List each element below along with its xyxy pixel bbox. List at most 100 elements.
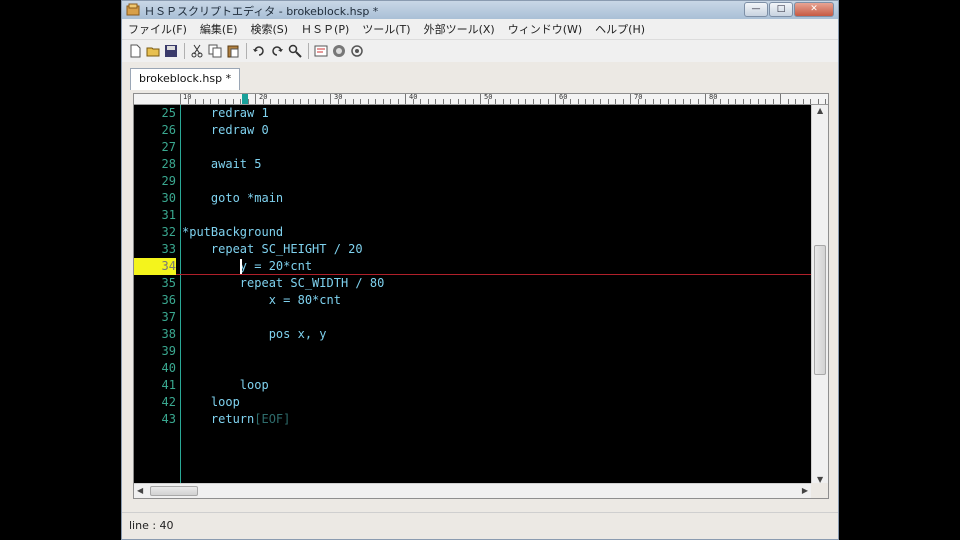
ruler-tick <box>202 99 204 104</box>
ruler-tick <box>367 99 369 104</box>
line-text: pos x, y <box>182 327 327 341</box>
code-line[interactable]: 39 <box>134 343 811 360</box>
ruler-tick <box>457 99 459 104</box>
copy-icon[interactable] <box>208 44 222 58</box>
save-icon[interactable] <box>164 44 178 58</box>
vertical-scrollbar[interactable]: ▲ ▼ <box>811 105 828 485</box>
ruler-tick <box>450 99 451 104</box>
toolbar-separator <box>308 43 309 59</box>
close-button[interactable]: ✕ <box>794 2 834 17</box>
code-line[interactable]: 28 await 5 <box>134 156 811 173</box>
horizontal-scroll-thumb[interactable] <box>150 486 198 496</box>
ruler-tick <box>645 99 646 104</box>
line-number: 39 <box>161 344 176 358</box>
ruler-tick <box>532 99 534 104</box>
ruler-tick <box>787 99 789 104</box>
cut-icon[interactable] <box>190 44 204 58</box>
ruler-tick <box>480 94 481 104</box>
code-line[interactable]: 41 loop <box>134 377 811 394</box>
ruler-tick <box>465 99 466 104</box>
code-line[interactable]: 40 <box>134 360 811 377</box>
menu-hsp[interactable]: ＨＳＰ(P) <box>301 21 349 37</box>
run-icon[interactable] <box>332 44 346 58</box>
menu-edit[interactable]: 編集(E) <box>200 21 238 37</box>
open-folder-icon[interactable] <box>146 44 160 58</box>
ruler-tick <box>330 94 331 104</box>
code-line[interactable]: 37 <box>134 309 811 326</box>
ruler-tick <box>817 99 819 104</box>
scroll-left-arrow-icon[interactable]: ◀ <box>137 486 143 495</box>
ruler-tick <box>592 99 594 104</box>
ruler-tick <box>232 99 234 104</box>
menu-tools[interactable]: ツール(T) <box>362 21 410 37</box>
ruler-tick <box>697 99 699 104</box>
ruler-tick <box>435 99 436 104</box>
ruler-tick <box>547 99 549 104</box>
code-line[interactable]: 27 <box>134 139 811 156</box>
code-line[interactable]: 42 loop <box>134 394 811 411</box>
scroll-right-arrow-icon[interactable]: ▶ <box>802 486 808 495</box>
code-line[interactable]: 30 goto *main <box>134 190 811 207</box>
ruler-tick <box>307 99 309 104</box>
eof-marker: [EOF] <box>254 412 291 426</box>
line-text: *putBackground <box>182 225 284 239</box>
vertical-scroll-thumb[interactable] <box>814 245 826 375</box>
title-bar[interactable]: ＨＳＰスクリプトエディタ - brokeblock.hsp * — □ ✕ <box>122 1 838 19</box>
find-icon[interactable] <box>288 44 302 58</box>
menu-help[interactable]: ヘルプ(H) <box>595 21 645 37</box>
ruler-tick <box>825 99 826 104</box>
ruler-tick <box>735 99 736 104</box>
ruler-tick <box>322 99 324 104</box>
ruler-tick <box>712 99 714 104</box>
ruler-tick <box>285 99 286 104</box>
horizontal-scrollbar[interactable]: ◀ ▶ <box>134 483 811 498</box>
scroll-up-arrow-icon[interactable]: ▲ <box>817 106 823 115</box>
code-line[interactable]: 29 <box>134 173 811 190</box>
line-number: 33 <box>161 242 176 256</box>
line-number: 43 <box>161 412 176 426</box>
line-text: redraw 0 <box>182 123 269 137</box>
code-line[interactable]: 31 <box>134 207 811 224</box>
ruler-tick <box>487 99 489 104</box>
code-line[interactable]: 32 *putBackground <box>134 224 811 241</box>
menu-search[interactable]: 検索(S) <box>250 21 288 37</box>
paste-icon[interactable] <box>226 44 240 58</box>
code-line[interactable]: 25 redraw 1 <box>134 105 811 122</box>
new-file-icon[interactable] <box>128 44 142 58</box>
ruler-tick <box>652 99 654 104</box>
minimize-button[interactable]: — <box>744 2 768 17</box>
maximize-button[interactable]: □ <box>769 2 793 17</box>
ruler-tick <box>742 99 744 104</box>
debug-icon[interactable] <box>350 44 364 58</box>
line-number: 40 <box>161 361 176 375</box>
code-line[interactable]: 35 repeat SC_WIDTH / 80 <box>134 275 811 292</box>
window-title: ＨＳＰスクリプトエディタ - brokeblock.hsp * <box>144 5 379 18</box>
line-number: 36 <box>161 293 176 307</box>
menu-file[interactable]: ファイル(F) <box>128 21 187 37</box>
menu-bar: ファイル(F) 編集(E) 検索(S) ＨＳＰ(P) ツール(T) 外部ツール(… <box>122 19 838 40</box>
code-line[interactable]: 38 pos x, y <box>134 326 811 343</box>
code-line[interactable]: 43 return[EOF] <box>134 411 811 428</box>
ruler-tick <box>262 99 264 104</box>
line-text: goto *main <box>182 191 284 205</box>
menu-external-tools[interactable]: 外部ツール(X) <box>424 21 495 37</box>
line-number: 30 <box>161 191 176 205</box>
line-number: 41 <box>161 378 176 392</box>
ruler-tick <box>315 99 316 104</box>
code-line[interactable]: 36 x = 80*cnt <box>134 292 811 309</box>
current-code-line[interactable]: 34 y = 20*cnt <box>134 258 811 275</box>
compile-icon[interactable] <box>314 44 328 58</box>
undo-icon[interactable] <box>252 44 266 58</box>
line-number: 29 <box>161 174 176 188</box>
ruler-tick <box>577 99 579 104</box>
ruler-tick <box>337 99 339 104</box>
tab-brokeblock[interactable]: brokeblock.hsp * <box>130 68 241 90</box>
ruler-tick <box>180 94 181 104</box>
editor-frame: 10 20 30 40 50 60 70 80 25 redraw 1 26 r… <box>133 93 829 499</box>
code-editor[interactable]: 25 redraw 1 26 redraw 0 27 28 await 5 29… <box>134 105 811 485</box>
ruler-tick <box>225 99 226 104</box>
redo-icon[interactable] <box>270 44 284 58</box>
menu-window[interactable]: ウィンドウ(W) <box>508 21 582 37</box>
code-line[interactable]: 33 repeat SC_HEIGHT / 20 <box>134 241 811 258</box>
code-line[interactable]: 26 redraw 0 <box>134 122 811 139</box>
